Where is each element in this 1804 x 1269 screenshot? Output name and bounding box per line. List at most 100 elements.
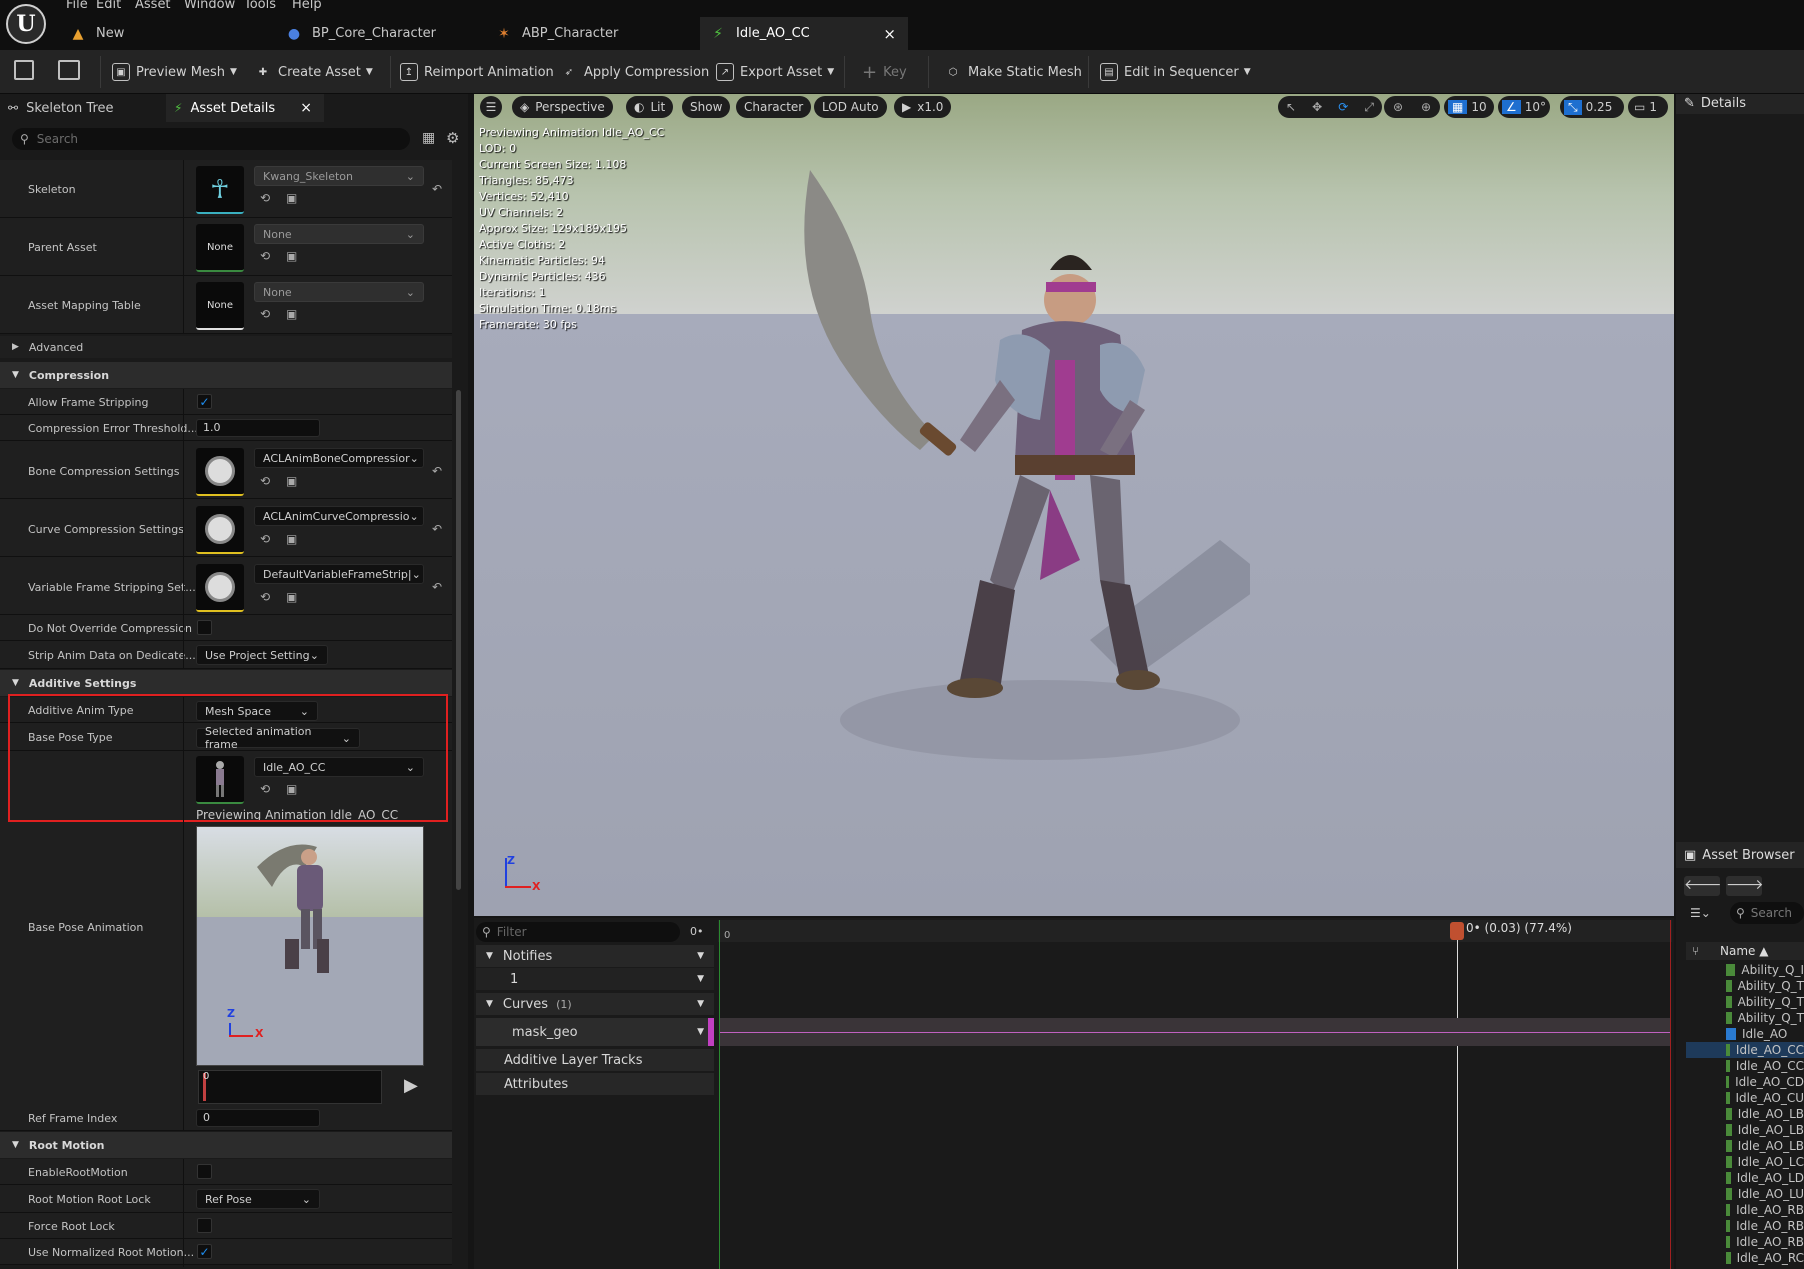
- close-tab-icon[interactable]: ×: [300, 100, 312, 116]
- timeline-filter-input[interactable]: ⚲ Filter: [476, 922, 680, 942]
- perspective-button[interactable]: ◈ Perspective: [512, 96, 613, 118]
- menu-tools[interactable]: Tools: [244, 0, 276, 14]
- camera-speed-button[interactable]: ▭ 1: [1628, 96, 1668, 118]
- browse-folder-icon[interactable]: ▣: [286, 532, 297, 546]
- lit-button[interactable]: ◐ Lit: [626, 96, 674, 118]
- root-motion-section-header[interactable]: ▼ Root Motion: [0, 1132, 452, 1158]
- asset-list-item[interactable]: Idle_AO_RB: [1686, 1202, 1804, 1218]
- asset-list-item[interactable]: Ability_Q_T: [1686, 1010, 1804, 1026]
- parent-asset-thumbnail[interactable]: None: [196, 224, 244, 272]
- browse-icon[interactable]: [58, 60, 80, 80]
- asset-list-item[interactable]: Idle_AO_LB: [1686, 1122, 1804, 1138]
- rotate-icon[interactable]: ⟳: [1338, 100, 1348, 114]
- asset-list-item[interactable]: Idle_AO_CC: [1686, 1042, 1804, 1058]
- unreal-logo-icon[interactable]: U: [6, 4, 46, 44]
- asset-list-item[interactable]: Idle_AO_CD: [1686, 1074, 1804, 1090]
- base-pose-frame-scrubber[interactable]: 0: [198, 1070, 382, 1104]
- details-search-input[interactable]: ⚲ Search: [12, 128, 410, 150]
- dropdown-arrow-icon[interactable]: ▼: [697, 1027, 704, 1037]
- tab-abp-character[interactable]: ✶ ABP_Character: [486, 17, 696, 50]
- time-format-icon[interactable]: 0•: [690, 925, 704, 938]
- attributes-track[interactable]: Attributes: [476, 1073, 714, 1095]
- tab-skeleton-tree[interactable]: ⚯ Skeleton Tree: [0, 94, 165, 122]
- reset-arrow-icon[interactable]: ↶: [432, 580, 442, 594]
- play-icon[interactable]: ▶: [404, 1075, 418, 1096]
- asset-list-item[interactable]: Ability_Q_T: [1686, 994, 1804, 1010]
- reset-arrow-icon[interactable]: ↶: [432, 464, 442, 478]
- scale-icon[interactable]: ⤢: [1364, 100, 1374, 115]
- curve-compression-thumbnail[interactable]: [196, 506, 244, 554]
- menu-edit[interactable]: Edit: [96, 0, 121, 14]
- table-view-icon[interactable]: ▦: [422, 130, 435, 146]
- asset-mapping-thumbnail[interactable]: None: [196, 282, 244, 330]
- notifies-track-header[interactable]: ▼ Notifies ▼: [476, 945, 714, 967]
- use-selected-icon[interactable]: ⟲: [260, 191, 270, 205]
- dropdown-arrow-icon[interactable]: ▼: [697, 974, 704, 984]
- asset-list-item[interactable]: Idle_AO_RC: [1686, 1250, 1804, 1266]
- viewport-menu-icon[interactable]: ☰: [480, 96, 502, 118]
- dropdown-arrow-icon[interactable]: ▼: [697, 999, 704, 1009]
- skeleton-thumbnail[interactable]: ☥: [196, 166, 244, 214]
- grid-snap-button[interactable]: ▦ 10: [1444, 96, 1494, 118]
- select-icon[interactable]: ↖: [1286, 100, 1296, 114]
- show-button[interactable]: Show: [682, 96, 731, 118]
- asset-browser-search-input[interactable]: ⚲ Search: [1730, 902, 1804, 924]
- playback-speed-button[interactable]: ▶ x1.0: [894, 96, 952, 118]
- edit-in-sequencer-button[interactable]: ▤ Edit in Sequencer ▼: [1100, 58, 1251, 86]
- details-scrollbar[interactable]: [456, 390, 461, 890]
- create-asset-button[interactable]: ✚ Create Asset ▼: [254, 58, 373, 86]
- world-space-icon[interactable]: ⊛: [1393, 100, 1403, 114]
- asset-browser-tab[interactable]: ▣ Asset Browser: [1684, 848, 1795, 863]
- root-motion-lock-dropdown[interactable]: Ref Pose ⌄: [196, 1189, 320, 1209]
- menu-file[interactable]: File: [66, 0, 88, 14]
- allow-frame-stripping-checkbox[interactable]: ✓: [197, 394, 212, 409]
- filter-icon[interactable]: ☰⌄: [1690, 906, 1711, 920]
- move-icon[interactable]: ✥: [1312, 100, 1322, 114]
- forward-arrow-icon[interactable]: 🡒: [1726, 876, 1764, 896]
- notify-track-1[interactable]: 1 ▼: [476, 968, 714, 990]
- asset-list-item[interactable]: Idle_AO_LC: [1686, 1154, 1804, 1170]
- browse-folder-icon[interactable]: ▣: [286, 307, 297, 321]
- skeleton-dropdown[interactable]: Kwang_Skeleton ⌄: [254, 166, 424, 186]
- asset-list-item[interactable]: Idle_AO_CU: [1686, 1090, 1804, 1106]
- base-pose-preview-viewport[interactable]: Z X: [196, 826, 424, 1066]
- reset-arrow-icon[interactable]: ↶: [432, 182, 442, 196]
- use-selected-icon[interactable]: ⟲: [260, 474, 270, 488]
- tab-new[interactable]: ▲ New: [60, 17, 260, 50]
- details-tab[interactable]: ✎ Details: [1684, 96, 1746, 111]
- menu-help[interactable]: Help: [292, 0, 322, 14]
- use-selected-icon[interactable]: ⟲: [260, 590, 270, 604]
- key-button[interactable]: + Key: [862, 58, 907, 86]
- tab-idle-ao-cc[interactable]: ⚡ Idle_AO_CC ×: [700, 17, 908, 50]
- asset-list-item[interactable]: Idle_AO_CC: [1686, 1058, 1804, 1074]
- curve-track-mask-geo[interactable]: mask_geo ▼: [476, 1018, 714, 1046]
- compression-section-header[interactable]: ▼ Compression: [0, 362, 452, 388]
- close-tab-icon[interactable]: ×: [883, 25, 896, 43]
- surface-snap-icon[interactable]: ⊕: [1421, 100, 1431, 114]
- normalized-root-motion-checkbox[interactable]: ✓: [197, 1244, 212, 1259]
- variable-frame-thumbnail[interactable]: [196, 564, 244, 612]
- make-static-mesh-button[interactable]: ⬡ Make Static Mesh: [944, 58, 1082, 86]
- tree-icon[interactable]: ⑂: [1692, 944, 1699, 958]
- use-selected-icon[interactable]: ⟲: [260, 532, 270, 546]
- asset-list-item[interactable]: Ability_Q_T: [1686, 978, 1804, 994]
- additive-layer-tracks[interactable]: Additive Layer Tracks: [476, 1049, 714, 1071]
- browse-folder-icon[interactable]: ▣: [286, 590, 297, 604]
- browse-folder-icon[interactable]: ▣: [286, 249, 297, 263]
- variable-frame-dropdown[interactable]: DefaultVariableFrameStrip| ⌄: [254, 564, 424, 584]
- browse-folder-icon[interactable]: ▣: [286, 474, 297, 488]
- enable-root-motion-checkbox[interactable]: [197, 1164, 212, 1179]
- character-button[interactable]: Character: [736, 96, 812, 118]
- asset-list-item[interactable]: Idle_AO_RB: [1686, 1234, 1804, 1250]
- menu-asset[interactable]: Asset: [135, 0, 171, 14]
- curve-compression-dropdown[interactable]: ACLAnimCurveCompressio ⌄: [254, 506, 424, 526]
- asset-list-item[interactable]: Ability_Q_I: [1686, 962, 1804, 978]
- bone-compression-dropdown[interactable]: ACLAnimBoneCompressior ⌄: [254, 448, 424, 468]
- asset-list-item[interactable]: Idle_AO_LB: [1686, 1106, 1804, 1122]
- use-selected-icon[interactable]: ⟲: [260, 307, 270, 321]
- use-selected-icon[interactable]: ⟲: [260, 249, 270, 263]
- name-column-header[interactable]: Name ▲: [1720, 944, 1768, 958]
- asset-list-item[interactable]: Idle_AO_LB: [1686, 1138, 1804, 1154]
- back-arrow-icon[interactable]: 🡐: [1684, 876, 1722, 896]
- apply-compression-button[interactable]: ➶ Apply Compression: [560, 58, 709, 86]
